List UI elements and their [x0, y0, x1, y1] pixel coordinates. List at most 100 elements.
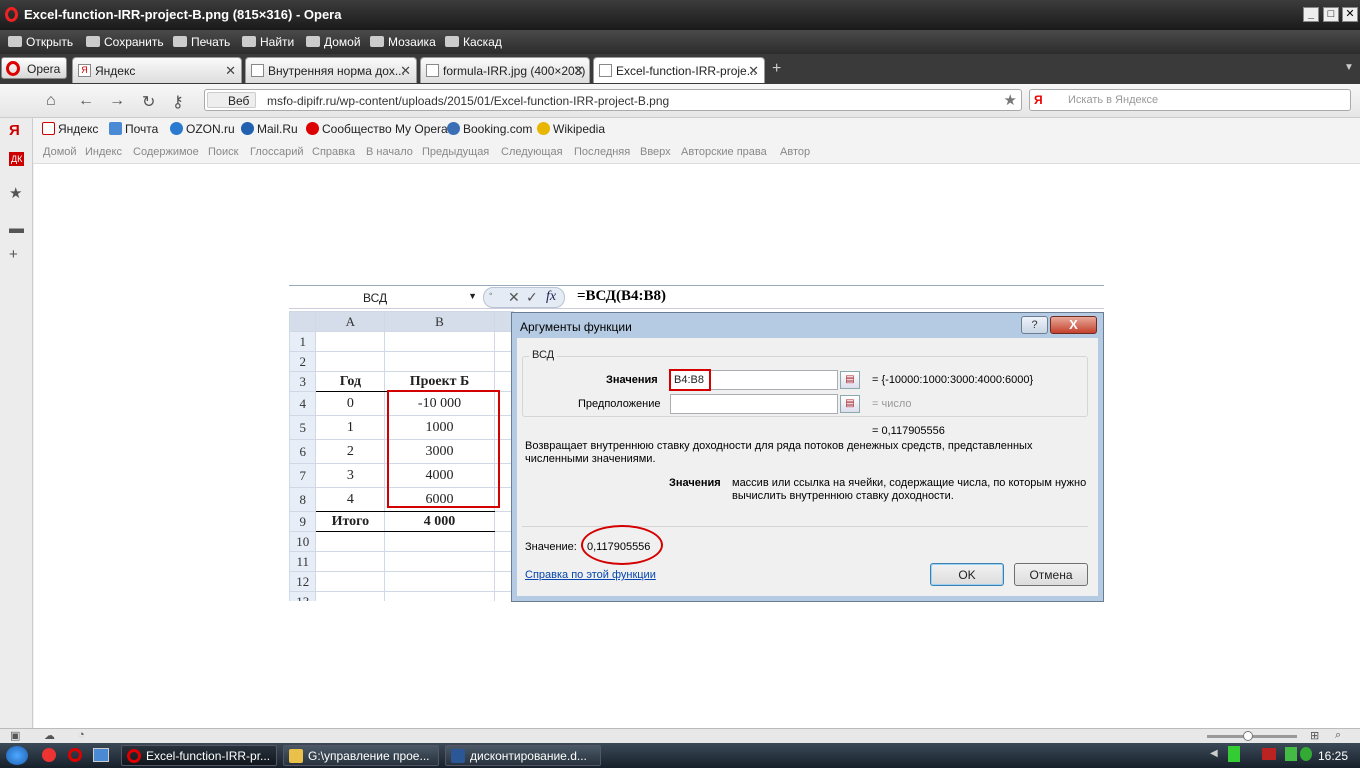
nav-link-next[interactable]: Следующая	[501, 146, 563, 158]
cell-a3: Год	[315, 371, 386, 392]
word-icon	[451, 749, 465, 763]
print-button[interactable]: Печать	[173, 35, 230, 49]
collapse-dialog-icon: ▤	[840, 371, 860, 389]
nav-link-contents[interactable]: Содержимое	[133, 146, 199, 158]
help-link: Справка по этой функции	[525, 569, 656, 581]
signal-tray-icon[interactable]	[1285, 747, 1297, 761]
home-button[interactable]: Домой	[306, 35, 361, 49]
opera-menu-button[interactable]: Opera	[1, 57, 67, 79]
clock[interactable]: 16:25	[1318, 749, 1348, 763]
speed-dial-icon[interactable]: ◔	[78, 729, 85, 741]
close-tab-icon[interactable]: ✕	[748, 63, 759, 79]
window-title: Excel-function-IRR-project-B.png (815×31…	[24, 7, 342, 22]
zoom-icon[interactable]: ⌕	[1335, 729, 1341, 742]
bookmark-ozon[interactable]: OZON.ru	[170, 122, 235, 136]
forward-icon[interactable]: →	[109, 92, 125, 110]
maximize-button[interactable]: □	[1323, 7, 1339, 22]
row-header: 1	[289, 331, 317, 352]
cloud-icon[interactable]: ☁	[44, 729, 55, 742]
value-label: Значение:	[525, 541, 577, 553]
cascade-button[interactable]: Каскад	[445, 35, 502, 49]
notes-panel-icon[interactable]: ▬	[9, 220, 24, 237]
bookmark-wikipedia[interactable]: Wikipedia	[537, 122, 605, 136]
tab-irr-article[interactable]: Внутренняя норма дох... ✕	[245, 57, 417, 83]
cell-b11	[384, 551, 495, 572]
highlight-box	[387, 390, 500, 508]
view-icon[interactable]: ⊞	[1310, 729, 1319, 742]
window-title-bar[interactable]: Excel-function-IRR-project-B.png (815×31…	[0, 0, 1360, 30]
taskbar-opera-window[interactable]: Excel-function-IRR-pr...	[121, 745, 277, 766]
nav-link-search[interactable]: Поиск	[208, 146, 238, 158]
tab-formula-irr[interactable]: formula-IRR.jpg (400×203) ✕	[420, 57, 590, 83]
tab-list-icon[interactable]: ▼	[1344, 62, 1354, 73]
open-button[interactable]: Открыть	[8, 35, 73, 49]
nav-link-help[interactable]: Справка	[312, 146, 355, 158]
close-window-button[interactable]: ✕	[1342, 7, 1358, 22]
zoom-slider-handle[interactable]	[1243, 731, 1253, 741]
nav-link-previous[interactable]: Предыдущая	[422, 146, 489, 158]
status-tray-icon[interactable]	[1300, 747, 1312, 761]
find-button[interactable]: Найти	[242, 35, 294, 49]
folder-icon	[289, 749, 303, 763]
panel-toggle-icon[interactable]: ▣	[10, 729, 20, 742]
reload-icon[interactable]: ↻	[142, 92, 155, 112]
tab-excel-function-irr[interactable]: Excel-function-IRR-proje... ✕	[593, 57, 765, 83]
taskbar-word-window[interactable]: дисконтирование.d...	[445, 745, 601, 766]
language-tray-icon[interactable]	[1262, 748, 1276, 760]
url-text[interactable]: msfo-dipifr.ru/wp-content/uploads/2015/0…	[267, 94, 669, 108]
close-tab-icon[interactable]: ✕	[400, 63, 411, 79]
close-tab-icon[interactable]: ✕	[225, 63, 236, 79]
start-button[interactable]	[6, 746, 28, 765]
yandex-search-icon[interactable]: Я	[1034, 93, 1043, 107]
status-bar: ▣ ☁ ◔ ⊞ ⌕	[0, 728, 1360, 743]
tab-yandex[interactable]: Я Яндекс ✕	[72, 57, 242, 83]
minimize-button[interactable]: _	[1303, 7, 1319, 22]
nav-link-up[interactable]: Вверх	[640, 146, 671, 158]
bookmark-my-opera[interactable]: Сообщество My Opera	[306, 122, 448, 136]
search-input[interactable]: Я Искать в Яндексе	[1029, 89, 1351, 111]
opera-quicklaunch-icon[interactable]	[68, 748, 82, 762]
address-field[interactable]: Веб msfo-dipifr.ru/wp-content/uploads/20…	[204, 89, 1022, 111]
nav-link-home[interactable]: Домой	[43, 146, 77, 158]
back-icon[interactable]: ←	[78, 92, 94, 110]
yandex-icon: Я	[78, 64, 91, 77]
nav-link-index[interactable]: Индекс	[85, 146, 122, 158]
mosaic-button[interactable]: Мозаика	[370, 35, 436, 49]
bookmark-mail[interactable]: Почта	[109, 122, 158, 136]
save-button[interactable]: Сохранить	[86, 35, 164, 49]
tray-expand-icon[interactable]: ◀	[1210, 748, 1218, 759]
nav-link-start[interactable]: В начало	[366, 146, 413, 158]
row-header: 5	[289, 415, 317, 440]
nav-link-last[interactable]: Последняя	[574, 146, 630, 158]
nav-link-copyright[interactable]: Авторские права	[681, 146, 767, 158]
chrome-quicklaunch-icon[interactable]	[42, 748, 56, 762]
bookmark-booking[interactable]: Booking.com	[447, 122, 532, 136]
yandex-panel-icon[interactable]: Я	[9, 122, 20, 139]
dk-panel-icon[interactable]: ДК	[9, 152, 25, 166]
function-name: ВСД	[529, 349, 558, 361]
nav-link-author[interactable]: Автор	[780, 146, 810, 158]
close-tab-icon[interactable]: ✕	[573, 63, 584, 79]
bookmark-mailru[interactable]: Mail.Ru	[241, 122, 298, 136]
star-icon	[537, 122, 550, 135]
row-header: 3	[289, 371, 317, 392]
desktop-icon[interactable]	[93, 748, 109, 762]
key-icon[interactable]: ⚷	[172, 92, 184, 112]
taskbar-explorer-window[interactable]: G:\управление прое...	[283, 745, 439, 766]
cell-b3: Проект Б	[384, 371, 495, 392]
cell-a12	[315, 571, 386, 592]
sidebar-panel: Я ДК ★ ▬ +	[0, 118, 33, 728]
web-badge[interactable]: Веб	[207, 92, 257, 108]
network-tray-icon[interactable]	[1228, 746, 1240, 762]
nav-link-glossary[interactable]: Глоссарий	[250, 146, 304, 158]
row-header: 7	[289, 463, 317, 488]
bookmark-star-icon[interactable]: ★	[1004, 91, 1017, 109]
star-panel-icon[interactable]: ★	[9, 184, 22, 202]
add-panel-icon[interactable]: +	[9, 246, 18, 263]
bookmark-yandex[interactable]: Яндекс	[42, 122, 98, 136]
name-box-value: ВСД	[363, 291, 388, 305]
row-header: 13	[289, 591, 317, 601]
new-tab-icon[interactable]: +	[772, 60, 781, 78]
cell-a5: 1	[315, 415, 386, 440]
home-nav-icon[interactable]: ⌂	[46, 92, 56, 110]
